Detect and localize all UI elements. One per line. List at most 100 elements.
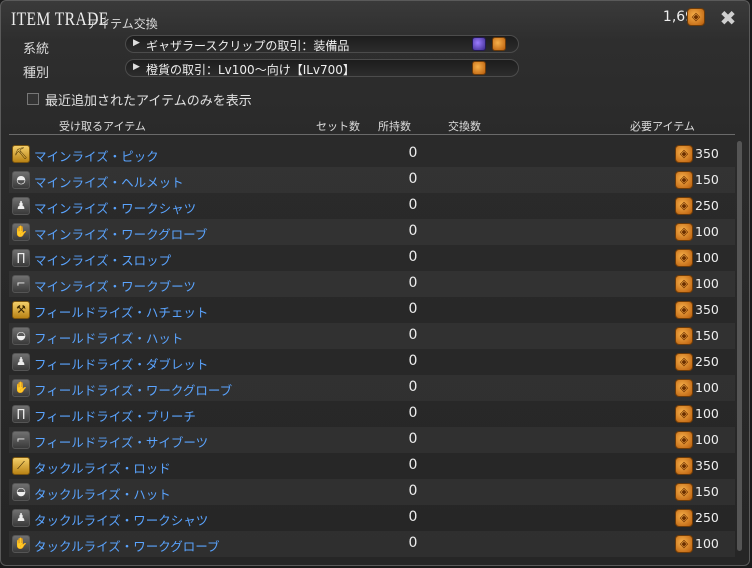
item-name: フィールドライズ・ワークグローブ [34, 383, 233, 398]
scrip-currency-icon: ◈ [675, 223, 693, 241]
item-cost: 100 [695, 224, 719, 239]
shirt-icon: ♟ [12, 509, 30, 527]
item-owned-count: 0 [408, 249, 418, 265]
category-dropdown[interactable]: ▶ ギャザラースクリップの取引：装備品 [125, 35, 519, 53]
scrip-currency-icon: ◈ [675, 249, 693, 267]
scrip-currency-icon: ◈ [675, 171, 693, 189]
header-divider [9, 134, 735, 135]
item-cost: 100 [695, 406, 719, 421]
list-item[interactable]: ⌐ フィールドライズ・サイブーツ 0 ◈ 100 [9, 427, 735, 453]
window-subtitle: アイテム交換 [87, 17, 158, 31]
item-owned-count: 0 [408, 145, 418, 161]
hatchet-icon: ⚒ [12, 301, 30, 319]
scrip-currency-icon: ◈ [675, 379, 693, 397]
boots-icon: ⌐ [12, 275, 30, 293]
orange-scrip-icon [472, 61, 486, 75]
item-trade-window: ITEM TRADE アイテム交換 1,697 ◈ ✖ 系統 ▶ ギャザラースク… [0, 0, 750, 566]
item-cost: 250 [695, 354, 719, 369]
item-owned-count: 0 [408, 535, 418, 551]
list-item[interactable]: ♟ マインライズ・ワークシャツ 0 ◈ 250 [9, 193, 735, 219]
item-owned-count: 0 [408, 197, 418, 213]
item-name: フィールドライズ・サイブーツ [34, 435, 209, 450]
scrip-currency-icon: ◈ [687, 8, 705, 26]
item-owned-count: 0 [408, 171, 418, 187]
item-owned-count: 0 [408, 379, 418, 395]
purple-scrip-icon [472, 37, 486, 51]
item-owned-count: 0 [408, 457, 418, 473]
pickaxe-icon: ⛏ [12, 145, 30, 163]
close-icon[interactable]: ✖ [717, 7, 739, 29]
list-item[interactable]: ✋ タックルライズ・ワークグローブ 0 ◈ 100 [9, 531, 735, 557]
scrip-currency-icon: ◈ [675, 483, 693, 501]
list-item[interactable]: ♟ フィールドライズ・ダブレット 0 ◈ 250 [9, 349, 735, 375]
item-name: タックルライズ・ワークグローブ [34, 539, 220, 554]
item-cost: 350 [695, 146, 719, 161]
item-owned-count: 0 [408, 301, 418, 317]
item-name: フィールドライズ・ブリーチ [34, 409, 196, 424]
item-cost: 350 [695, 458, 719, 473]
list-item[interactable]: ✋ フィールドライズ・ワークグローブ 0 ◈ 100 [9, 375, 735, 401]
item-cost: 150 [695, 172, 719, 187]
scrip-currency-icon: ◈ [675, 327, 693, 345]
orange-scrip-icon [492, 37, 506, 51]
item-owned-count: 0 [408, 353, 418, 369]
item-cost: 150 [695, 484, 719, 499]
list-item[interactable]: ◒ フィールドライズ・ハット 0 ◈ 150 [9, 323, 735, 349]
trousers-icon: ∏ [12, 249, 30, 267]
scrip-currency-icon: ◈ [675, 197, 693, 215]
item-cost: 250 [695, 510, 719, 525]
list-item[interactable]: ∏ マインライズ・スロップ 0 ◈ 100 [9, 245, 735, 271]
list-item[interactable]: ∏ フィールドライズ・ブリーチ 0 ◈ 100 [9, 401, 735, 427]
type-dropdown[interactable]: ▶ 橙貨の取引：Lv100〜向け【ILv700】 [125, 59, 519, 77]
item-cost: 100 [695, 276, 719, 291]
item-name: タックルライズ・ハット [34, 487, 171, 502]
list-item[interactable]: ◓ マインライズ・ヘルメット 0 ◈ 150 [9, 167, 735, 193]
scrip-currency-icon: ◈ [675, 405, 693, 423]
doublet-icon: ♟ [12, 353, 30, 371]
item-name: マインライズ・ヘルメット [34, 175, 184, 190]
item-cost: 150 [695, 328, 719, 343]
item-list: ⛏ マインライズ・ピック 0 ◈ 350 ◓ マインライズ・ヘルメット 0 ◈ 150 ♟ マインライ… [9, 141, 735, 557]
scrip-currency-icon: ◈ [675, 145, 693, 163]
recent-only-label: 最近追加されたアイテムのみを表示 [45, 94, 252, 109]
item-cost: 100 [695, 536, 719, 551]
dropdown-arrow-icon: ▶ [133, 62, 140, 72]
item-name: フィールドライズ・ハチェット [34, 305, 209, 320]
item-name: タックルライズ・ロッド [34, 461, 171, 476]
dropdown-arrow-icon: ▶ [133, 38, 140, 48]
column-header-owned: 所持数 [378, 120, 411, 133]
list-item[interactable]: ⌐ マインライズ・ワークブーツ 0 ◈ 100 [9, 271, 735, 297]
glove-icon: ✋ [12, 535, 30, 553]
hat-icon: ◒ [12, 327, 30, 345]
item-owned-count: 0 [408, 275, 418, 291]
list-item[interactable]: ⛏ マインライズ・ピック 0 ◈ 350 [9, 141, 735, 167]
column-header-item: 受け取るアイテム [59, 120, 146, 133]
item-owned-count: 0 [408, 223, 418, 239]
item-owned-count: 0 [408, 483, 418, 499]
list-item[interactable]: ✋ マインライズ・ワークグローブ 0 ◈ 100 [9, 219, 735, 245]
scrip-currency-icon: ◈ [675, 353, 693, 371]
scrip-currency-icon: ◈ [675, 509, 693, 527]
glove-icon: ✋ [12, 379, 30, 397]
list-item[interactable]: ⟋ タックルライズ・ロッド 0 ◈ 350 [9, 453, 735, 479]
item-owned-count: 0 [408, 405, 418, 421]
type-value: 橙貨の取引：Lv100〜向け【ILv700】 [146, 63, 355, 77]
category-label: 系統 [23, 42, 50, 57]
rod-icon: ⟋ [12, 457, 30, 475]
item-name: マインライズ・ワークグローブ [34, 227, 208, 242]
item-owned-count: 0 [408, 431, 418, 447]
item-name: フィールドライズ・ダブレット [34, 357, 209, 372]
list-item[interactable]: ◒ タックルライズ・ハット 0 ◈ 150 [9, 479, 735, 505]
helmet-icon: ◓ [12, 171, 30, 189]
item-name: フィールドライズ・ハット [34, 331, 184, 346]
item-cost: 350 [695, 302, 719, 317]
recent-only-checkbox[interactable] [27, 93, 39, 105]
category-value: ギャザラースクリップの取引：装備品 [146, 39, 350, 53]
item-name: マインライズ・ピック [34, 149, 159, 164]
scrollbar[interactable] [737, 141, 742, 551]
list-item[interactable]: ♟ タックルライズ・ワークシャツ 0 ◈ 250 [9, 505, 735, 531]
column-header-required: 必要アイテム [630, 120, 695, 133]
list-item[interactable]: ⚒ フィールドライズ・ハチェット 0 ◈ 350 [9, 297, 735, 323]
item-cost: 100 [695, 380, 719, 395]
item-name: タックルライズ・ワークシャツ [34, 513, 209, 528]
